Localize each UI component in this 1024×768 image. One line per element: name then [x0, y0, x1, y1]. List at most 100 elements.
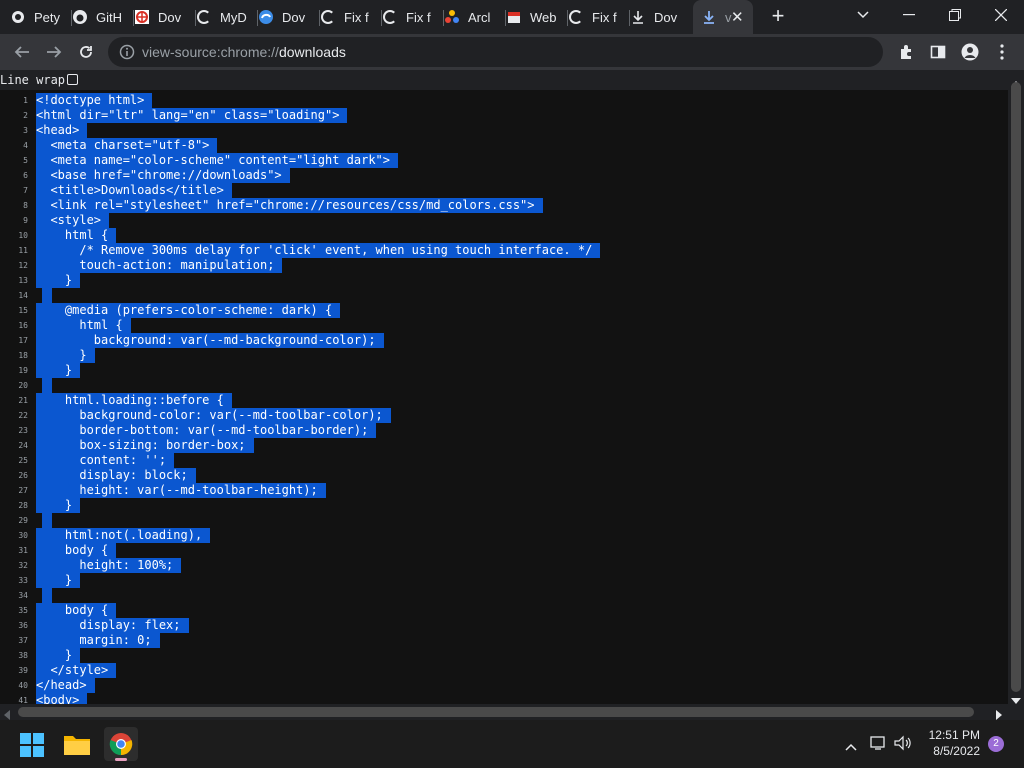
tab-0[interactable]: Pety	[10, 0, 72, 34]
github-icon	[72, 9, 88, 25]
tab-label: Dov	[282, 9, 306, 25]
forward-arrow-icon[interactable]	[40, 38, 68, 66]
menu-kebab-icon[interactable]	[988, 38, 1016, 66]
source-line: 32 height: 100%;	[0, 558, 1008, 573]
source-line: 39 </style>	[0, 663, 1008, 678]
source-line-text: <body>	[36, 693, 88, 704]
horizontal-scrollbar[interactable]	[0, 704, 1008, 720]
line-wrap-bar: Line wrap	[0, 70, 1024, 90]
tray-chevron-up-icon[interactable]	[845, 738, 857, 756]
source-line-text: }	[36, 348, 95, 363]
source-line-text: html {	[36, 318, 131, 333]
url-text: view-source:chrome://downloads	[142, 44, 346, 60]
line-number: 38	[18, 651, 28, 660]
horizontal-scroll-thumb[interactable]	[18, 707, 974, 717]
source-line: 26 display: block;	[0, 468, 1008, 483]
close-window-icon[interactable]	[978, 0, 1024, 30]
vertical-scrollbar[interactable]	[1008, 70, 1024, 704]
tab-11-active[interactable]: v ✕	[693, 0, 753, 34]
source-line: 22 background-color: var(--md-toolbar-co…	[0, 408, 1008, 423]
tab-label: Fix f	[592, 9, 617, 25]
source-line-text: html {	[36, 228, 117, 243]
volume-icon[interactable]	[894, 735, 912, 756]
source-line: 1 <!doctype html>	[0, 93, 1008, 108]
tab-search-chevron-icon[interactable]	[840, 0, 886, 30]
profile-avatar-icon[interactable]	[956, 38, 984, 66]
tab-7[interactable]: Arcl	[444, 0, 506, 34]
record-icon	[10, 9, 26, 25]
tab-label: Fix f	[344, 9, 369, 25]
back-arrow-icon[interactable]	[8, 38, 36, 66]
source-line: 15 @media (prefers-color-scheme: dark) {	[0, 303, 1008, 318]
address-bar[interactable]: view-source:chrome://downloads	[108, 37, 883, 67]
tab-5[interactable]: Fix f	[320, 0, 382, 34]
tab-2[interactable]: Dov	[134, 0, 196, 34]
source-line: 3 <head>	[0, 123, 1008, 138]
tab-4[interactable]: Dov	[258, 0, 320, 34]
restore-icon[interactable]	[932, 0, 978, 30]
line-number: 13	[18, 276, 28, 285]
tab-6[interactable]: Fix f	[382, 0, 444, 34]
network-icon[interactable]	[870, 735, 888, 756]
tab-1[interactable]: GitH	[72, 0, 134, 34]
line-number: 15	[18, 306, 28, 315]
line-number: 6	[23, 171, 28, 180]
chrome-taskbar-button[interactable]	[104, 727, 138, 761]
source-line-text: background-color: var(--md-toolbar-color…	[36, 408, 391, 423]
source-line-text	[42, 288, 52, 303]
line-number: 37	[18, 636, 28, 645]
minimize-icon[interactable]	[886, 0, 932, 30]
tab-strip: Pety GitH Dov MyD Dov Fix f Fix f Arcl W…	[0, 0, 1024, 34]
source-line: 4 <meta charset="utf-8">	[0, 138, 1008, 153]
clock-time: 12:51 PM	[928, 728, 980, 742]
source-line-text: content: '';	[36, 453, 175, 468]
scrollbar-corner	[1008, 704, 1024, 720]
source-line: 13 }	[0, 273, 1008, 288]
new-tab-plus-icon[interactable]: +	[766, 4, 790, 28]
source-line: 27 height: var(--md-toolbar-height);	[0, 483, 1008, 498]
side-panel-icon[interactable]	[924, 38, 952, 66]
source-line-text: height: var(--md-toolbar-height);	[36, 483, 326, 498]
line-number: 27	[18, 486, 28, 495]
tab-3[interactable]: MyD	[196, 0, 258, 34]
extensions-puzzle-icon[interactable]	[892, 38, 920, 66]
line-number: 16	[18, 321, 28, 330]
source-line: 7 <title>Downloads</title>	[0, 183, 1008, 198]
line-wrap-checkbox[interactable]	[67, 74, 78, 85]
tab-label: Dov	[158, 9, 182, 25]
source-line-text: <title>Downloads</title>	[36, 183, 232, 198]
source-line: 25 content: '';	[0, 453, 1008, 468]
source-line: 14	[0, 288, 1008, 303]
file-explorer-icon[interactable]	[64, 733, 90, 760]
tab-8[interactable]: Web	[506, 0, 568, 34]
tab-close-icon[interactable]: ✕	[731, 8, 744, 26]
tab-9[interactable]: Fix f	[568, 0, 630, 34]
source-line-text: html.loading::before {	[36, 393, 232, 408]
source-line-text: body {	[36, 543, 117, 558]
line-number: 23	[18, 426, 28, 435]
clock[interactable]: 12:51 PM 8/5/2022	[924, 728, 980, 758]
line-number: 10	[18, 231, 28, 240]
vertical-scroll-thumb[interactable]	[1011, 82, 1021, 692]
line-number: 40	[18, 681, 28, 690]
notification-badge[interactable]: 2	[988, 736, 1004, 752]
source-line-text: height: 100%;	[36, 558, 182, 573]
windows-start-icon[interactable]	[20, 733, 44, 762]
source-line-text	[42, 378, 52, 393]
info-icon[interactable]	[119, 44, 135, 65]
reload-icon[interactable]	[72, 38, 100, 66]
tab-label: Pety	[34, 9, 61, 25]
tab-10[interactable]: Dov	[630, 0, 692, 34]
source-line-text: }	[36, 648, 81, 663]
source-line-text: @media (prefers-color-scheme: dark) {	[36, 303, 341, 318]
tab-label: Arcl	[468, 9, 491, 25]
line-number: 41	[18, 696, 28, 704]
line-number: 33	[18, 576, 28, 585]
line-number: 34	[18, 591, 28, 600]
line-number: 35	[18, 606, 28, 615]
edge-icon	[258, 9, 274, 25]
line-number: 21	[18, 396, 28, 405]
source-line-text: background: var(--md-background-color);	[36, 333, 384, 348]
line-number: 24	[18, 441, 28, 450]
source-code-view[interactable]: 1 <!doctype html> 2 <html dir="ltr" lang="e…	[0, 90, 1008, 704]
